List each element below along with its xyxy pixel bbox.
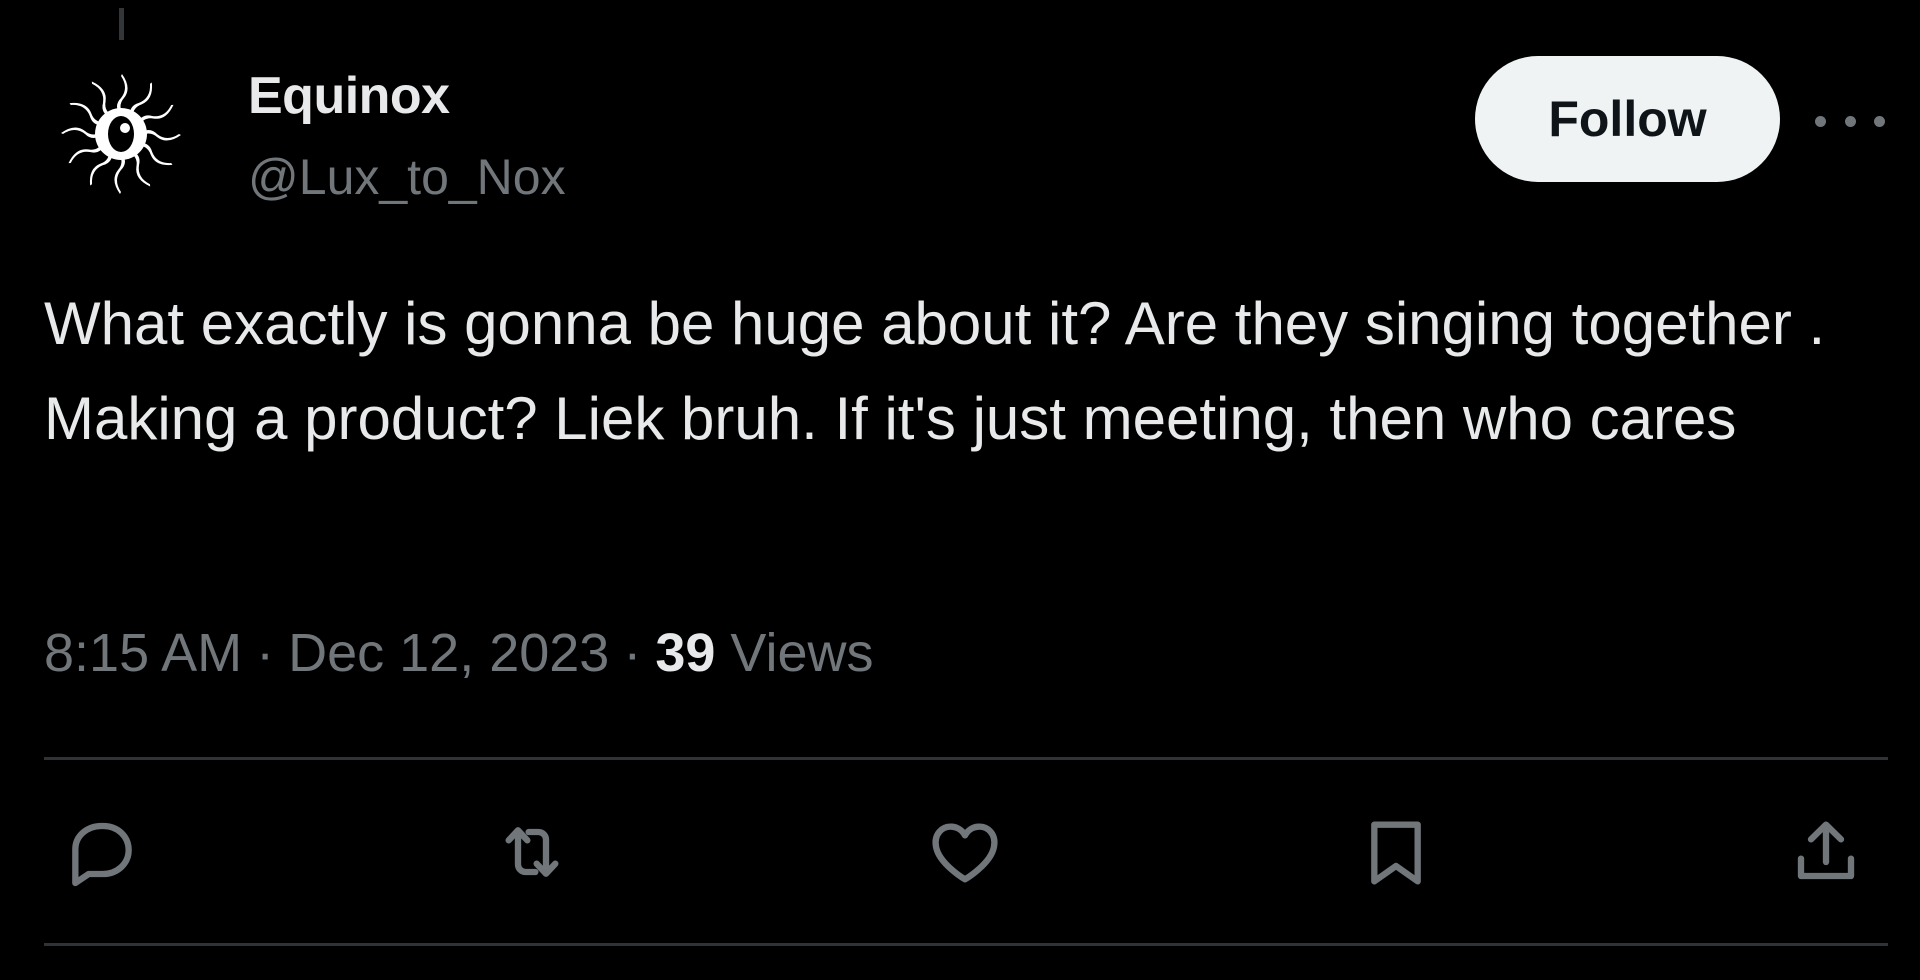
author-display-name[interactable]: Equinox [248, 66, 450, 126]
follow-button[interactable]: Follow [1475, 56, 1780, 182]
views-count[interactable]: 39 [655, 623, 715, 683]
bookmark-icon [1371, 821, 1421, 885]
like-icon [932, 823, 998, 883]
more-dot [1874, 115, 1885, 127]
tweet-meta: 8:15 AM · Dec 12, 2023 · 39 Views [44, 622, 874, 684]
divider [44, 757, 1888, 760]
views-label[interactable]: Views [730, 623, 873, 683]
thread-connector-line [119, 8, 124, 40]
reply-button[interactable] [62, 812, 142, 892]
more-dot [1815, 115, 1826, 127]
like-button[interactable] [925, 812, 1005, 892]
tweet-time[interactable]: 8:15 AM [44, 623, 242, 683]
more-dot [1844, 115, 1856, 127]
retweet-button[interactable] [492, 812, 572, 892]
author-handle[interactable]: @Lux_to_Nox [248, 148, 566, 206]
bookmark-button[interactable] [1356, 812, 1436, 892]
sun-eye-icon [61, 74, 181, 194]
retweet-icon [505, 827, 559, 877]
divider [44, 943, 1888, 946]
meta-separator: · [623, 623, 642, 683]
tweet-text: What exactly is gonna be huge about it? … [44, 290, 1826, 452]
meta-separator: · [256, 623, 275, 683]
avatar[interactable] [55, 68, 187, 200]
reply-icon [72, 822, 132, 887]
tweet-date[interactable]: Dec 12, 2023 [288, 623, 609, 683]
share-icon [1797, 821, 1855, 880]
more-dots-icon[interactable] [1815, 96, 1885, 146]
share-button[interactable] [1786, 812, 1866, 892]
